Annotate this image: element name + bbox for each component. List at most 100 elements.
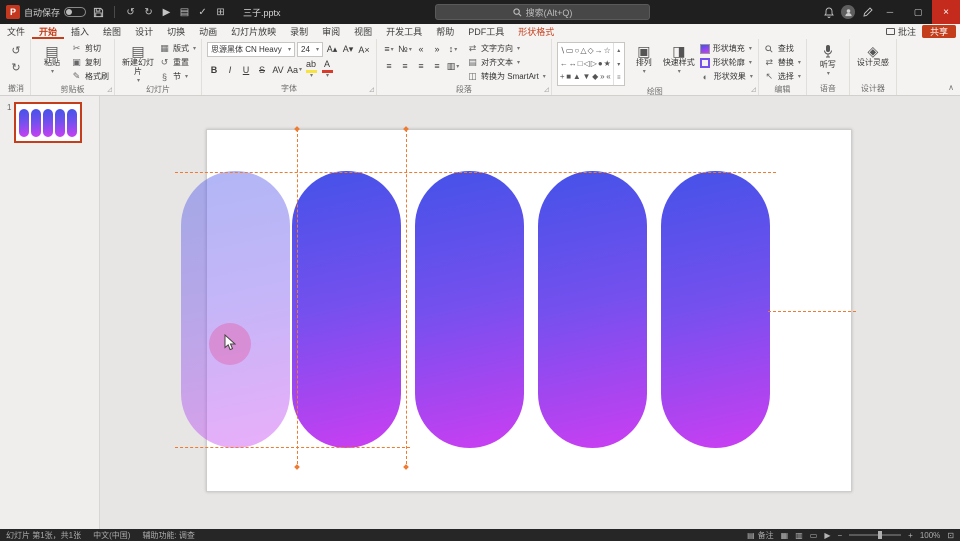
font-size-combo[interactable]: 24 (297, 42, 323, 57)
qat-button[interactable]: ⊞ (212, 4, 229, 21)
shape-icon[interactable]: ● (598, 60, 603, 68)
qat-button[interactable]: ✓ (194, 4, 211, 21)
pill-shape[interactable] (538, 171, 647, 448)
autosave-toggle[interactable] (64, 7, 86, 17)
increase-indent-button[interactable]: » (430, 42, 444, 56)
align-right-button[interactable]: ≡ (414, 59, 428, 73)
arrange-button[interactable]: ▣ 排列 (628, 42, 660, 75)
language-indicator[interactable]: 中文(中国) (93, 530, 130, 541)
shape-icon[interactable]: ◁ (584, 60, 590, 68)
justify-button[interactable]: ≡ (430, 59, 444, 73)
font-color-button[interactable]: A (320, 60, 334, 79)
layout-button[interactable]: ▦版式 (159, 42, 196, 55)
text-direction-button[interactable]: ⇄文字方向 (467, 42, 546, 55)
shape-icon[interactable]: △ (580, 47, 586, 55)
notes-button[interactable]: ▤ 备注 (747, 530, 774, 541)
copy-button[interactable]: ▣复制 (71, 56, 109, 69)
ribbon-tab[interactable]: 幻灯片放映 (224, 24, 283, 39)
zoom-slider-thumb[interactable] (878, 531, 882, 539)
minimize-button[interactable]: ─ (876, 0, 904, 24)
slide-thumbnail[interactable] (14, 102, 82, 143)
paste-button[interactable]: ▤ 粘贴 (36, 42, 68, 75)
zoom-slider[interactable] (849, 534, 901, 536)
accessibility-status[interactable]: 辅助功能: 调查 (142, 530, 194, 541)
ribbon-tab[interactable]: 开发工具 (379, 24, 429, 39)
shape-icon[interactable]: ☆ (604, 47, 611, 55)
pill-shape[interactable] (292, 171, 401, 448)
shape-icon[interactable]: ↔ (569, 60, 577, 68)
gallery-scroll-up-icon[interactable]: ▴ (617, 47, 620, 54)
quick-styles-button[interactable]: ◨ 快速样式 (663, 42, 695, 75)
ribbon-tab[interactable]: 切换 (160, 24, 192, 39)
shape-icon[interactable]: » (600, 73, 604, 81)
line-spacing-button[interactable]: ↕ (446, 42, 460, 56)
shape-icon[interactable]: ▼ (583, 73, 591, 81)
zoom-level[interactable]: 100% (920, 531, 940, 540)
character-spacing-button[interactable]: AV (271, 63, 285, 77)
shape-icon[interactable]: □ (578, 60, 583, 68)
font-name-combo[interactable]: 思源黑体 CN Heavy (207, 42, 295, 57)
strikethrough-button[interactable]: S (255, 63, 269, 77)
italic-button[interactable]: I (223, 63, 237, 77)
reading-view-button[interactable]: ▭ (810, 531, 818, 540)
align-text-button[interactable]: ▤对齐文本 (467, 56, 546, 69)
align-center-button[interactable]: ≡ (398, 59, 412, 73)
shape-icon[interactable]: ★ (604, 60, 611, 68)
user-avatar[interactable] (841, 5, 855, 19)
shape-icon[interactable]: ▭ (566, 47, 574, 55)
underline-button[interactable]: U (239, 63, 253, 77)
ribbon-tab[interactable]: 文件 (0, 24, 32, 39)
dictate-button[interactable]: 听写 (812, 42, 844, 77)
highlight-color-button[interactable]: ab (304, 60, 318, 79)
ribbon-tab[interactable]: 开始 (32, 24, 64, 39)
design-ideas-button[interactable]: ◈ 设计灵感 (855, 42, 891, 68)
qat-button[interactable]: ↺ (122, 4, 139, 21)
shape-icon[interactable]: ○ (574, 47, 579, 55)
ribbon-tab[interactable]: 视图 (347, 24, 379, 39)
search-box[interactable]: 搜索(Alt+Q) (435, 4, 650, 20)
ribbon-tab[interactable]: PDF工具 (461, 24, 511, 39)
ribbon-tab[interactable]: 动画 (192, 24, 224, 39)
shape-icon[interactable]: ▷ (591, 60, 597, 68)
pill-shape-dragging[interactable] (181, 171, 290, 448)
ribbon-display-options-icon[interactable] (859, 4, 876, 21)
qat-button[interactable]: ↻ (140, 4, 157, 21)
shape-icon[interactable]: + (560, 73, 565, 81)
zoom-in-button[interactable]: + (908, 531, 913, 540)
shape-icon[interactable]: ← (560, 60, 568, 68)
bold-button[interactable]: B (207, 63, 221, 77)
align-left-button[interactable]: ≡ (382, 59, 396, 73)
bullets-button[interactable]: ≡ (382, 42, 396, 56)
zoom-out-button[interactable]: − (837, 531, 842, 540)
shrink-font-button[interactable]: A▾ (341, 43, 355, 57)
shape-icon[interactable]: ▲ (573, 73, 581, 81)
ribbon-tab[interactable]: 插入 (64, 24, 96, 39)
ribbon-tab[interactable]: 形状格式 (511, 24, 561, 39)
new-slide-button[interactable]: ▤ 新建幻灯片 (120, 42, 156, 84)
undo-button[interactable]: ↺ (7, 42, 25, 58)
shape-effects-button[interactable]: ◐形状效果 (700, 70, 753, 83)
shape-icon[interactable]: ◆ (592, 73, 598, 81)
pill-shape[interactable] (661, 171, 770, 448)
cut-button[interactable]: ✂剪切 (71, 42, 109, 55)
clear-formatting-button[interactable]: A× (357, 43, 371, 57)
gallery-more-icon[interactable]: ≡ (617, 75, 621, 81)
shape-icon[interactable]: → (595, 47, 603, 55)
decrease-indent-button[interactable]: « (414, 42, 428, 56)
pill-shape[interactable] (415, 171, 524, 448)
shape-icon[interactable]: ◇ (587, 47, 593, 55)
ribbon-tab[interactable]: 绘图 (96, 24, 128, 39)
select-button[interactable]: ↖选择 (764, 70, 801, 83)
shape-outline-button[interactable]: 形状轮廓 (700, 56, 753, 69)
convert-to-smartart-button[interactable]: ◫转换为 SmartArt (467, 70, 546, 83)
comments-button[interactable]: 批注 (886, 25, 916, 38)
slide-editing-canvas[interactable] (100, 96, 960, 529)
slide-sorter-view-button[interactable]: ▥ (795, 531, 803, 540)
redo-button[interactable]: ↻ (7, 59, 25, 75)
find-button[interactable]: 查找 (764, 42, 794, 55)
normal-view-button[interactable]: ▦ (781, 531, 789, 540)
ribbon-tab[interactable]: 设计 (128, 24, 160, 39)
notifications-bell-icon[interactable] (820, 4, 837, 21)
save-icon[interactable] (90, 4, 107, 21)
shape-fill-button[interactable]: 形状填充 (700, 42, 753, 55)
